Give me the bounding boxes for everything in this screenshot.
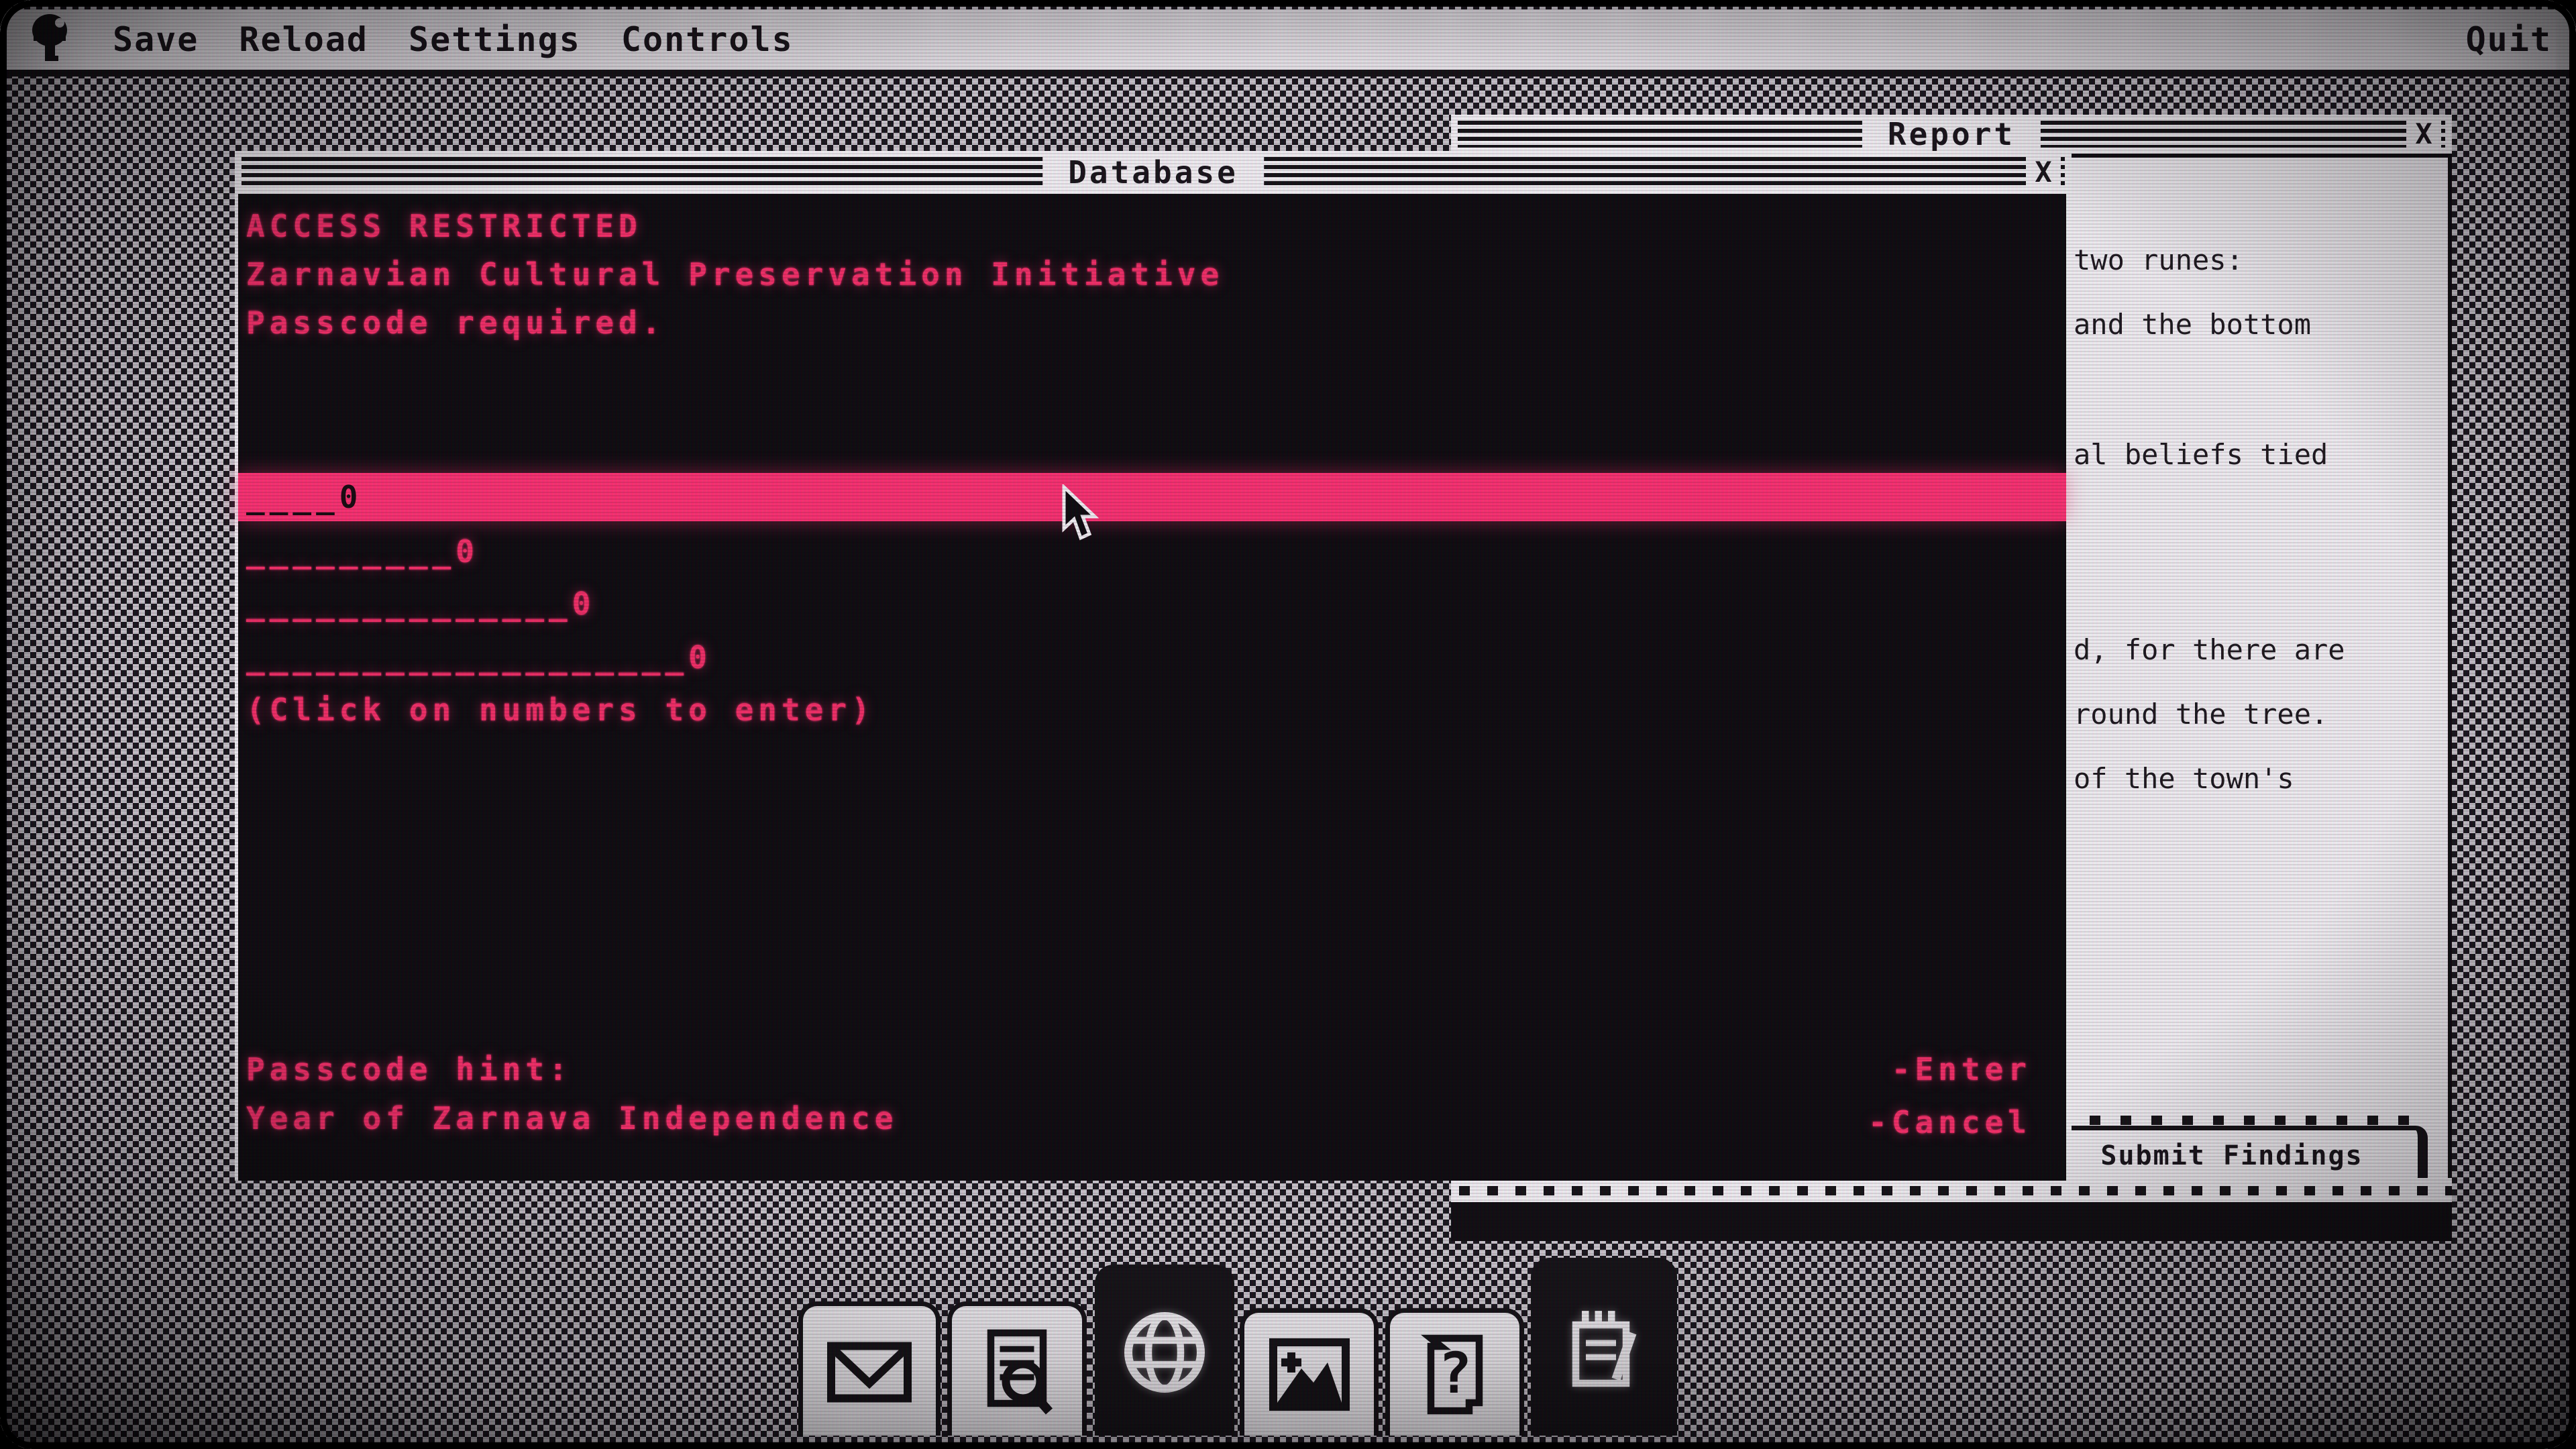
dock-item-images[interactable] xyxy=(1240,1308,1379,1436)
notebook-icon xyxy=(1554,1299,1654,1399)
menu-item-settings[interactable]: Settings xyxy=(409,6,581,73)
database-close-button[interactable]: X xyxy=(2026,157,2061,188)
submit-findings-label: Submit Findings xyxy=(2100,1140,2363,1171)
mouse-cursor xyxy=(1057,484,1102,542)
report-text-line: al beliefs tied xyxy=(2074,439,2328,471)
passcode-required-text: Passcode required. xyxy=(246,304,665,341)
organization-text: Zarnavian Cultural Preservation Initiati… xyxy=(246,256,1224,293)
tree-icon[interactable] xyxy=(30,11,72,68)
report-text-line: and the bottom xyxy=(2074,309,2311,341)
menu-bar: Save Reload Settings Controls Quit xyxy=(0,9,2576,76)
crt-screen: Report X two runes: and the bottom al be… xyxy=(0,0,2576,1449)
report-titlebar[interactable]: Report X xyxy=(1451,115,2452,154)
paper-tear-strip xyxy=(1451,1178,2452,1202)
envelope-icon xyxy=(819,1321,920,1421)
question-scroll-icon: ? xyxy=(1405,1324,1505,1425)
report-text-line: two runes: xyxy=(2074,244,2243,276)
report-close-button[interactable]: X xyxy=(2406,119,2441,150)
report-window-title: Report xyxy=(1862,116,2041,152)
menu-item-controls[interactable]: Controls xyxy=(621,6,794,73)
access-restricted-text: ACCESS RESTRICTED xyxy=(246,207,642,245)
dock-item-browser[interactable] xyxy=(1095,1265,1234,1436)
document-magnifier-icon xyxy=(967,1321,1067,1421)
report-text-line: of the town's xyxy=(2074,763,2294,795)
dock-item-mail[interactable] xyxy=(798,1301,941,1436)
passcode-hint-value: Year of Zarnava Independence xyxy=(246,1099,898,1137)
database-window: Database X ACCESS RESTRICTED Zarnavian C… xyxy=(235,151,2072,1181)
passcode-hint-label: Passcode hint: xyxy=(246,1051,572,1088)
report-text-line: round the tree. xyxy=(2074,698,2328,731)
instruction-text: (Click on numbers to enter) xyxy=(246,691,875,729)
paper-perforation-line xyxy=(2059,1116,2429,1125)
passcode-digit-slot-4[interactable]: ___________________0 xyxy=(246,639,712,676)
menu-item-save[interactable]: Save xyxy=(113,6,199,73)
dock-item-search[interactable] xyxy=(947,1301,1087,1436)
menu-item-quit[interactable]: Quit xyxy=(2466,6,2552,73)
database-titlebar[interactable]: Database X xyxy=(235,151,2072,194)
dock-item-notes[interactable] xyxy=(1531,1258,1677,1436)
globe-icon xyxy=(1114,1302,1215,1403)
dock-item-help[interactable]: ? xyxy=(1385,1308,1524,1436)
database-window-title: Database xyxy=(1042,154,1264,191)
passcode-digit-slot-2[interactable]: _________0 xyxy=(246,533,479,570)
passcode-digit-slot-1[interactable]: ____0 xyxy=(238,473,2066,521)
passcode-digit-slot-3[interactable]: ______________0 xyxy=(246,585,595,623)
enter-button[interactable]: -Enter xyxy=(1892,1051,2031,1088)
report-text-line: d, for there are xyxy=(2074,634,2345,666)
menu-item-reload[interactable]: Reload xyxy=(239,6,368,73)
picture-icon xyxy=(1259,1324,1360,1425)
cancel-button[interactable]: -Cancel xyxy=(1868,1104,2031,1141)
question-mark-glyph: ? xyxy=(1438,1340,1472,1406)
